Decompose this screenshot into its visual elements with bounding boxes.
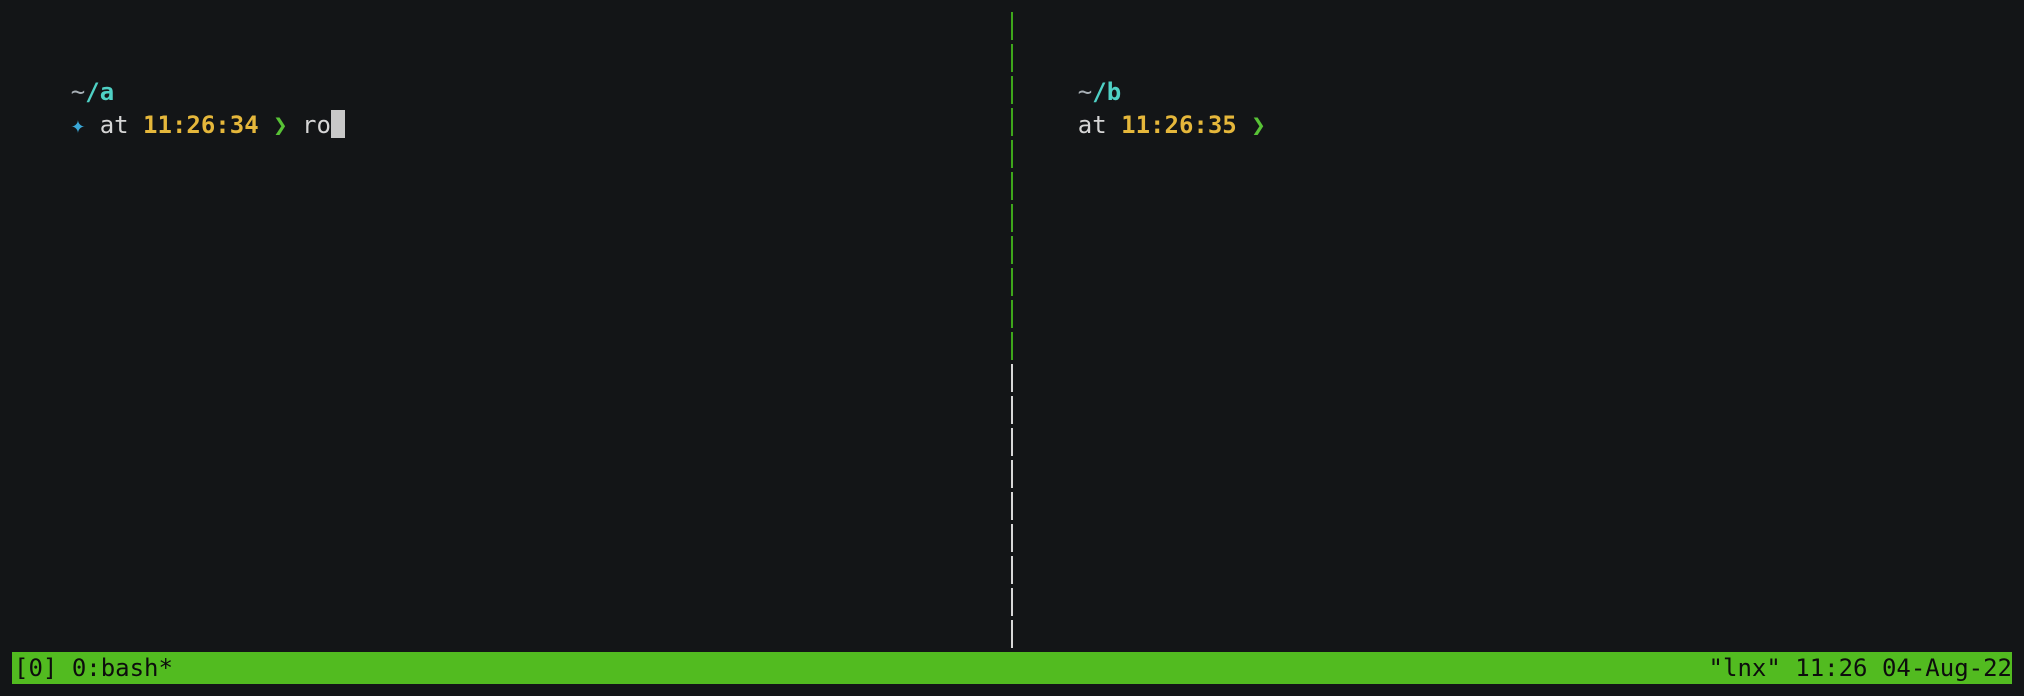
chevron-right-icon: ❯: [258, 111, 302, 139]
status-date: 04-Aug-22: [1881, 654, 2012, 682]
hostname: "lnx": [1708, 654, 1781, 682]
terminal-pane-left[interactable]: ~/a ✦ at 11:26:34 ❯ ro: [0, 0, 1010, 650]
status-left: [0] 0:bash*: [14, 652, 173, 684]
pane-divider-active: [1011, 12, 1013, 364]
prompt-line[interactable]: at 11:26:35 ❯: [1020, 77, 1266, 139]
sparkle-icon: ✦: [70, 111, 86, 139]
pane-divider[interactable]: [1011, 12, 1013, 648]
text-cursor: [330, 110, 345, 138]
prompt-time: 11:26:35: [1121, 111, 1237, 139]
at-label: at: [1077, 111, 1122, 139]
terminal-pane-right[interactable]: ~/b at 11:26:35 ❯: [1014, 0, 2024, 650]
window-tab[interactable]: 0:bash*: [72, 654, 173, 682]
at-label: at: [85, 111, 144, 139]
pane-divider-inactive: [1011, 364, 1013, 648]
chevron-right-icon: ❯: [1236, 111, 1266, 139]
status-clock: 11:26: [1795, 654, 1868, 682]
typed-command[interactable]: ro: [302, 111, 331, 139]
cwd-line: ~/b: [1020, 44, 1121, 106]
prompt-time: 11:26:34: [143, 111, 259, 139]
tmux-status-bar: [0] 0:bash* "lnx" 11:26 04-Aug-22: [12, 652, 2012, 684]
prompt-line[interactable]: ✦ at 11:26:34 ❯ ro: [13, 77, 345, 139]
session-index[interactable]: [0]: [14, 654, 57, 682]
status-right: "lnx" 11:26 04-Aug-22: [1709, 652, 2012, 684]
cwd-line: ~/a: [13, 44, 114, 106]
